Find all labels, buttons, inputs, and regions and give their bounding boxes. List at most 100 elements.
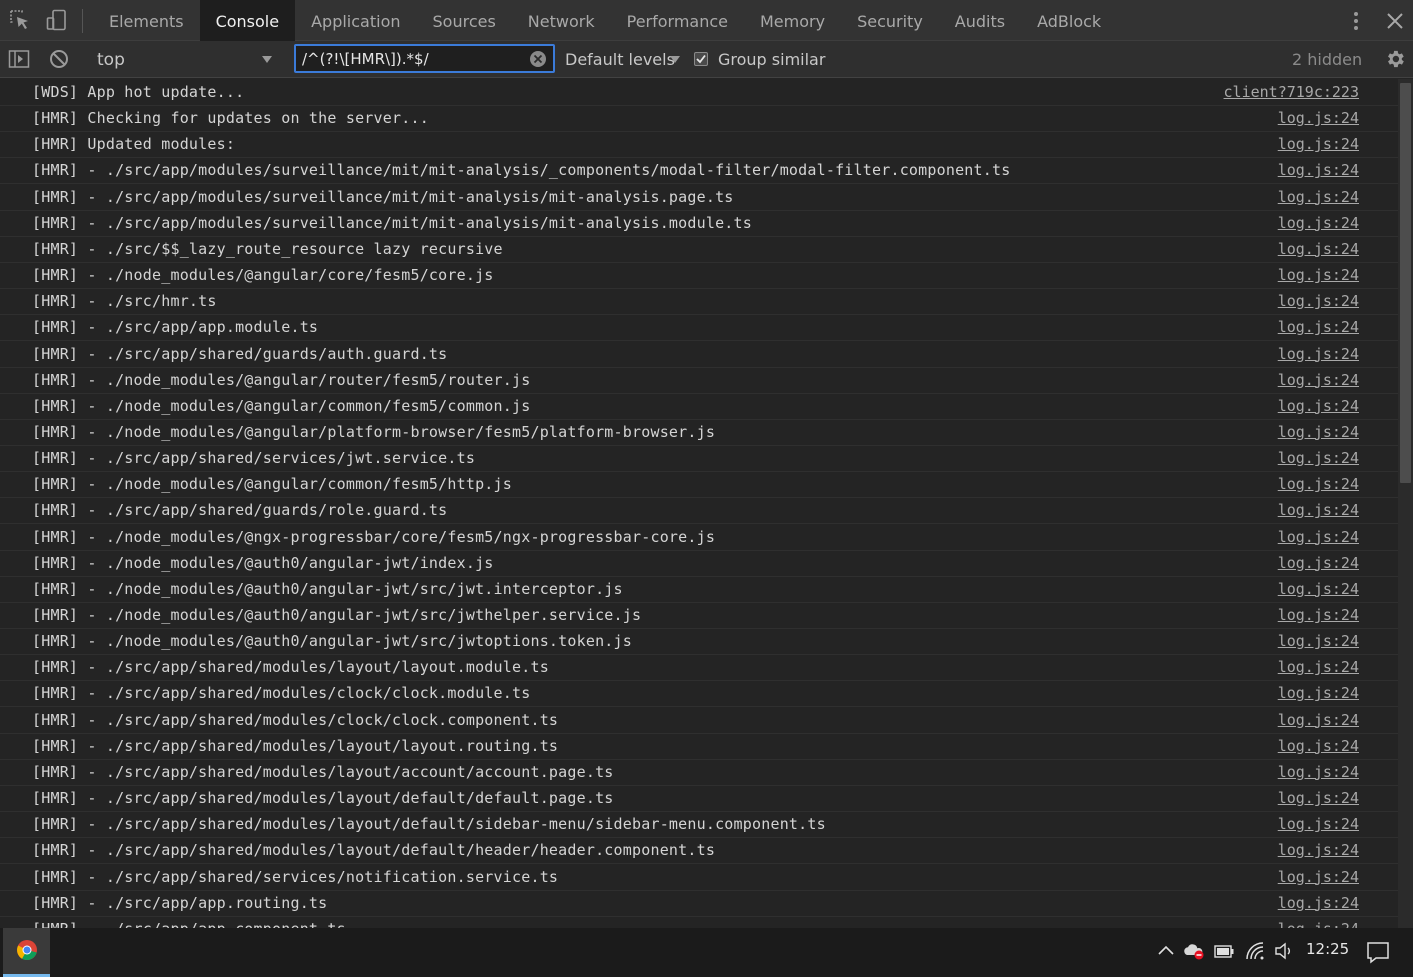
- sidebar-toggle-icon[interactable]: [8, 48, 30, 70]
- console-message-row: [HMR] - ./src/app/app.routing.ts log.js:2…: [0, 891, 1398, 917]
- source-link[interactable]: log.js:24: [1278, 763, 1359, 781]
- source-link[interactable]: log.js:24: [1278, 789, 1359, 807]
- more-options-icon[interactable]: [1346, 10, 1366, 32]
- source-link[interactable]: log.js:24: [1278, 449, 1359, 467]
- console-message-text: [HMR] - ./src/app/shared/modules/layout/…: [32, 841, 716, 860]
- console-message-row: [HMR] - ./node_modules/@angular/common/f…: [0, 472, 1398, 499]
- console-message-row: [HMR] - ./node_modules/@auth0/angular-jw…: [0, 629, 1398, 656]
- tab-sources[interactable]: Sources: [417, 0, 512, 41]
- battery-icon[interactable]: [1213, 940, 1235, 962]
- taskbar-clock[interactable]: 12:25: [1306, 940, 1349, 958]
- tab-elements[interactable]: Elements: [93, 0, 200, 41]
- clear-filter-icon[interactable]: [529, 50, 547, 68]
- scrollbar-thumb[interactable]: [1400, 83, 1411, 483]
- console-message-text: [HMR] - ./src/app/app.component.ts: [32, 920, 346, 928]
- onedrive-icon[interactable]: [1183, 940, 1205, 962]
- source-link[interactable]: log.js:24: [1278, 161, 1359, 179]
- source-link[interactable]: log.js:24: [1278, 318, 1359, 336]
- console-message-row: [HMR] - ./src/app/modules/surveillance/m…: [0, 158, 1398, 185]
- source-link[interactable]: log.js:24: [1278, 475, 1359, 493]
- filter-input[interactable]: [302, 49, 524, 69]
- source-link[interactable]: log.js:24: [1278, 266, 1359, 284]
- tab-performance[interactable]: Performance: [611, 0, 744, 41]
- source-link[interactable]: log.js:24: [1278, 920, 1359, 928]
- console-message-row: [HMR] - ./src/app/modules/surveillance/m…: [0, 211, 1398, 237]
- source-link[interactable]: log.js:24: [1278, 109, 1359, 127]
- console-message-text: [HMR] - ./src/app/shared/modules/layout/…: [32, 762, 614, 781]
- tray-chevron-up-icon[interactable]: [1155, 940, 1177, 962]
- console-message-text: [HMR] - ./src/app/app.routing.ts: [32, 893, 328, 912]
- source-link[interactable]: log.js:24: [1278, 371, 1359, 389]
- console-message-row: [HMR] - ./src/app/modules/surveillance/m…: [0, 185, 1398, 211]
- source-link[interactable]: log.js:24: [1278, 894, 1359, 912]
- console-message-row: [HMR] - ./src/app/shared/modules/layout/…: [0, 812, 1398, 839]
- console-message-row: [WDS] App hot update... client?719c:223: [0, 80, 1398, 106]
- console-message-text: [HMR] - ./src/app/modules/surveillance/m…: [32, 213, 752, 232]
- source-link[interactable]: log.js:24: [1278, 292, 1359, 310]
- source-link[interactable]: log.js:24: [1278, 841, 1359, 859]
- source-link[interactable]: log.js:24: [1278, 658, 1359, 676]
- console-message-row: [HMR] - ./src/$$_lazy_route_resource laz…: [0, 237, 1398, 263]
- console-message-row: [HMR] - ./node_modules/@angular/core/fes…: [0, 263, 1398, 290]
- console-toolbar: top Default levels Group similar 2 hidde…: [0, 41, 1413, 78]
- inspect-element-icon[interactable]: [9, 9, 31, 31]
- source-link[interactable]: log.js:24: [1278, 815, 1359, 833]
- source-link[interactable]: log.js:24: [1278, 684, 1359, 702]
- console-message-text: [HMR] - ./src/$$_lazy_route_resource laz…: [32, 239, 503, 258]
- context-selector[interactable]: top: [86, 41, 286, 78]
- console-message-text: [HMR] - ./node_modules/@ngx-progressbar/…: [32, 527, 716, 546]
- source-link[interactable]: log.js:24: [1278, 868, 1359, 886]
- console-message-row: [HMR] - ./src/app/shared/modules/clock/c…: [0, 681, 1398, 708]
- console-message-text: [HMR] - ./src/app/shared/guards/auth.gua…: [32, 344, 448, 363]
- clear-console-icon[interactable]: [48, 48, 70, 70]
- source-link[interactable]: log.js:24: [1278, 135, 1359, 153]
- notifications-icon[interactable]: [1366, 940, 1390, 964]
- source-link[interactable]: log.js:24: [1278, 528, 1359, 546]
- wifi-icon[interactable]: [1244, 940, 1266, 962]
- tab-security[interactable]: Security: [841, 0, 939, 41]
- source-link[interactable]: log.js:24: [1278, 554, 1359, 572]
- console-message-text: [HMR] - ./src/app/shared/modules/clock/c…: [32, 684, 531, 703]
- tab-network[interactable]: Network: [512, 0, 611, 41]
- console-filter: [294, 44, 555, 73]
- source-link[interactable]: log.js:24: [1278, 606, 1359, 624]
- source-link[interactable]: log.js:24: [1278, 345, 1359, 363]
- source-link[interactable]: log.js:24: [1278, 632, 1359, 650]
- source-link[interactable]: log.js:24: [1278, 214, 1359, 232]
- source-link[interactable]: log.js:24: [1278, 240, 1359, 258]
- source-link[interactable]: log.js:24: [1278, 711, 1359, 729]
- source-link[interactable]: log.js:24: [1278, 737, 1359, 755]
- device-toolbar-icon[interactable]: [46, 9, 68, 31]
- settings-gear-icon[interactable]: [1384, 48, 1406, 70]
- console-message-row: [HMR] - ./node_modules/@ngx-progressbar/…: [0, 525, 1398, 551]
- console-message-row: [HMR] Checking for updates on the server…: [0, 106, 1398, 133]
- devtools-tab-bar: Elements Console Application Sources Net…: [0, 0, 1413, 41]
- console-message-row: [HMR] - ./node_modules/@angular/common/f…: [0, 394, 1398, 420]
- devtools-tabs: Elements Console Application Sources Net…: [93, 0, 1117, 41]
- volume-icon[interactable]: [1273, 940, 1295, 962]
- dropdown-arrow-icon: [670, 56, 680, 63]
- console-message-text: [HMR] - ./node_modules/@angular/router/f…: [32, 370, 531, 389]
- source-link[interactable]: log.js:24: [1278, 188, 1359, 206]
- source-link[interactable]: log.js:24: [1278, 580, 1359, 598]
- group-similar-checkbox[interactable]: [694, 52, 708, 66]
- close-icon[interactable]: [1384, 10, 1406, 32]
- console-message-text: [HMR] - ./src/hmr.ts: [32, 292, 217, 311]
- tab-separator: [82, 9, 83, 33]
- tab-application[interactable]: Application: [295, 0, 416, 41]
- source-link[interactable]: log.js:24: [1278, 501, 1359, 519]
- tab-adblock[interactable]: AdBlock: [1021, 0, 1117, 41]
- console-message-row: [HMR] - ./src/app/app.component.ts log.js…: [0, 917, 1398, 928]
- log-levels-dropdown[interactable]: Default levels: [565, 50, 675, 69]
- source-link[interactable]: log.js:24: [1278, 423, 1359, 441]
- console-message-text: [HMR] Updated modules:: [32, 135, 236, 154]
- tab-console[interactable]: Console: [199, 0, 296, 41]
- console-message-text: [HMR] - ./src/app/shared/modules/clock/c…: [32, 710, 559, 729]
- console-message-text: [HMR] - ./node_modules/@auth0/angular-jw…: [32, 632, 632, 651]
- taskbar-chrome-button[interactable]: [3, 928, 50, 977]
- tab-memory[interactable]: Memory: [744, 0, 841, 41]
- source-link[interactable]: log.js:24: [1278, 397, 1359, 415]
- console-message-text: [HMR] - ./node_modules/@angular/common/f…: [32, 475, 512, 494]
- tab-audits[interactable]: Audits: [939, 0, 1021, 41]
- source-link[interactable]: client?719c:223: [1224, 83, 1359, 101]
